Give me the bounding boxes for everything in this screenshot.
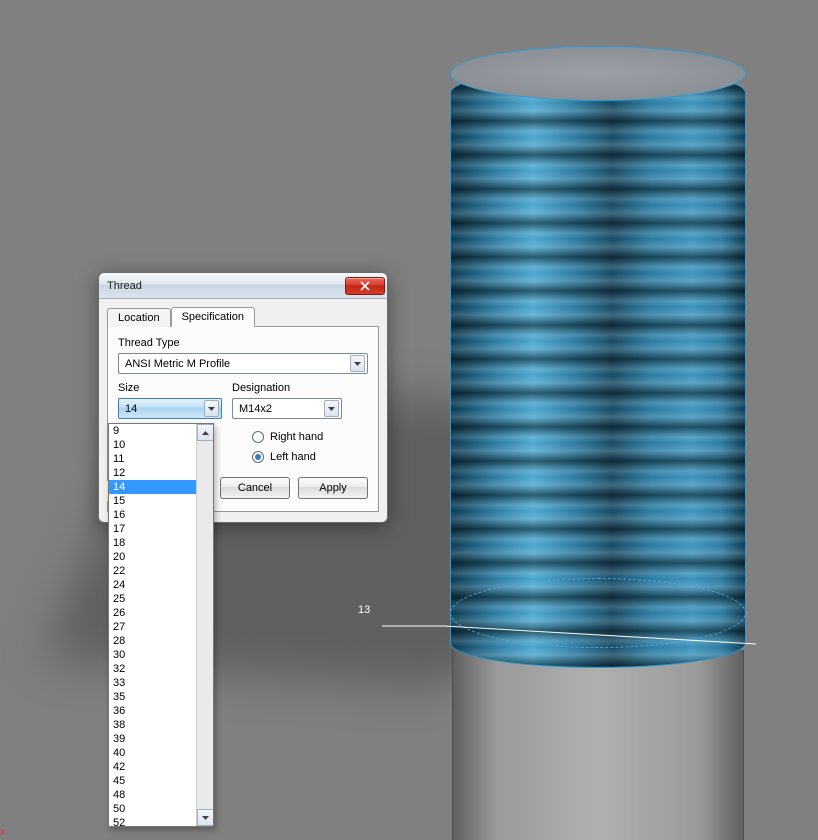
thread-type-value: ANSI Metric M Profile	[125, 358, 230, 370]
cylinder-top-face[interactable]	[450, 46, 746, 101]
left-hand-label: Left hand	[270, 451, 316, 463]
left-hand-radio[interactable]: Left hand	[252, 451, 368, 463]
dialog-title: Thread	[107, 280, 142, 292]
size-option[interactable]: 28	[109, 634, 196, 648]
size-value: 14	[125, 403, 137, 415]
size-option[interactable]: 10	[109, 438, 196, 452]
designation-value: M14x2	[239, 403, 272, 415]
axis-label-x: x	[0, 826, 6, 838]
scroll-down-button[interactable]	[197, 809, 214, 826]
designation-label: Designation	[232, 382, 368, 394]
tab-strip: Location Specification	[107, 305, 379, 327]
size-option[interactable]: 20	[109, 550, 196, 564]
size-option[interactable]: 35	[109, 690, 196, 704]
chevron-down-icon	[328, 407, 335, 411]
chevron-up-icon	[202, 431, 209, 435]
size-option[interactable]: 30	[109, 648, 196, 662]
dialog-titlebar[interactable]: Thread	[99, 273, 387, 299]
size-option[interactable]: 27	[109, 620, 196, 634]
tab-specification[interactable]: Specification	[171, 307, 255, 327]
designation-dropdown-button[interactable]	[324, 400, 339, 417]
size-option[interactable]: 39	[109, 732, 196, 746]
size-dropdown-list[interactable]: 9101112141516171820222425262728303233353…	[108, 423, 214, 827]
size-option[interactable]: 17	[109, 522, 196, 536]
chevron-down-icon	[208, 407, 215, 411]
close-icon	[360, 281, 370, 291]
thread-type-label: Thread Type	[118, 337, 368, 349]
size-option[interactable]: 38	[109, 718, 196, 732]
size-option[interactable]: 22	[109, 564, 196, 578]
size-option[interactable]: 33	[109, 676, 196, 690]
size-option[interactable]: 11	[109, 452, 196, 466]
size-combo[interactable]: 14	[118, 398, 222, 419]
size-option[interactable]: 26	[109, 606, 196, 620]
dropdown-scrollbar[interactable]	[196, 424, 213, 826]
selection-ellipse	[450, 578, 746, 648]
size-option[interactable]: 12	[109, 466, 196, 480]
apply-button[interactable]: Apply	[298, 477, 368, 499]
radio-checked-icon	[252, 451, 264, 463]
chevron-down-icon	[354, 362, 361, 366]
size-option[interactable]: 40	[109, 746, 196, 760]
size-option[interactable]: 16	[109, 508, 196, 522]
size-dropdown-button[interactable]	[204, 400, 219, 417]
size-option[interactable]: 52	[109, 816, 196, 826]
size-label: Size	[118, 382, 222, 394]
right-hand-label: Right hand	[270, 431, 323, 443]
size-option[interactable]: 25	[109, 592, 196, 606]
cylinder-lower	[452, 650, 744, 840]
scroll-up-button[interactable]	[197, 424, 214, 441]
designation-combo[interactable]: M14x2	[232, 398, 342, 419]
size-option[interactable]: 32	[109, 662, 196, 676]
size-option[interactable]: 15	[109, 494, 196, 508]
size-option[interactable]: 14	[109, 480, 196, 494]
size-option[interactable]: 18	[109, 536, 196, 550]
close-button[interactable]	[345, 277, 385, 295]
tab-location[interactable]: Location	[107, 308, 171, 327]
size-option[interactable]: 36	[109, 704, 196, 718]
dimension-value: 13	[358, 604, 370, 616]
size-option[interactable]: 24	[109, 578, 196, 592]
radio-icon	[252, 431, 264, 443]
cancel-button[interactable]: Cancel	[220, 477, 290, 499]
size-option[interactable]: 42	[109, 760, 196, 774]
size-option[interactable]: 9	[109, 424, 196, 438]
size-option[interactable]: 45	[109, 774, 196, 788]
chevron-down-icon	[202, 816, 209, 820]
thread-type-dropdown-button[interactable]	[350, 355, 365, 372]
size-option[interactable]: 50	[109, 802, 196, 816]
size-option[interactable]: 48	[109, 788, 196, 802]
right-hand-radio[interactable]: Right hand	[252, 431, 368, 443]
thread-type-combo[interactable]: ANSI Metric M Profile	[118, 353, 368, 374]
